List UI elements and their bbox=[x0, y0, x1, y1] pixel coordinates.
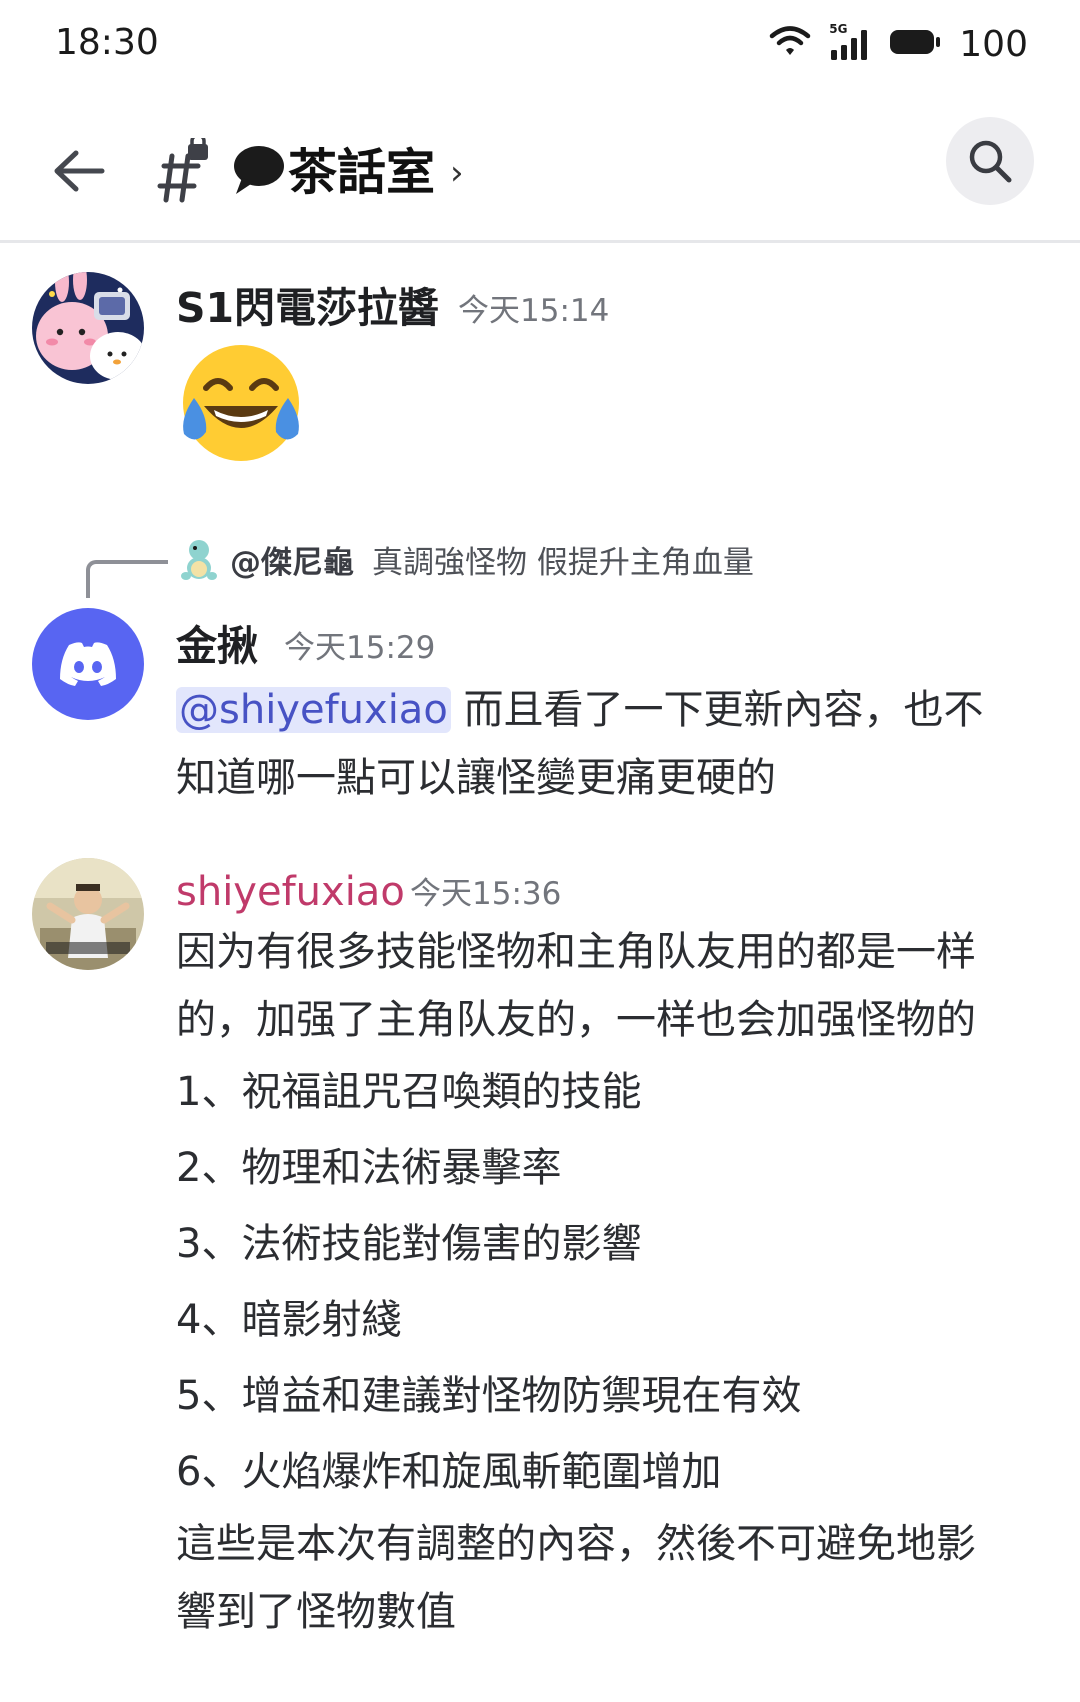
reply-connector bbox=[86, 560, 168, 598]
chevron-right-icon[interactable]: › bbox=[450, 138, 464, 208]
reply-author-avatar[interactable] bbox=[178, 538, 220, 584]
list-item: 3、法術技能對傷害的影響 bbox=[176, 1221, 642, 1267]
locked-hash-icon bbox=[157, 138, 208, 203]
list-item: 4、暗影射綫 bbox=[176, 1297, 402, 1343]
message-timestamp: 今天15:29 bbox=[284, 630, 436, 666]
status-time: 18:30 bbox=[55, 22, 159, 63]
message-text-line: 因为有很多技能怪物和主角队友用的都是一样 bbox=[176, 929, 976, 975]
battery-icon bbox=[889, 27, 941, 61]
list-item: 6、火焰爆炸和旋風斬範圍增加 bbox=[176, 1449, 722, 1495]
message-text-line: 響到了怪物數值 bbox=[176, 1589, 456, 1635]
reply-author[interactable]: @傑尼龜 bbox=[230, 540, 354, 586]
search-icon bbox=[969, 140, 1012, 183]
message-text-line: 而且看了一下更新內容，也不 bbox=[463, 687, 984, 733]
avatar[interactable] bbox=[32, 272, 144, 384]
joy-tears-emoji-icon[interactable] bbox=[176, 338, 306, 468]
avatar[interactable] bbox=[32, 608, 144, 720]
list-item: 5、增益和建議對怪物防禦現在有效 bbox=[176, 1373, 802, 1419]
discord-logo-icon bbox=[60, 642, 116, 686]
message-content: @shiyefuxiao 而且看了一下更新內容，也不 知道哪一點可以讓怪變更痛更… bbox=[176, 676, 1046, 812]
back-button[interactable] bbox=[44, 136, 114, 206]
search-button[interactable] bbox=[946, 117, 1034, 205]
list-item: 1、祝福詛咒召喚類的技能 bbox=[176, 1069, 642, 1115]
speech-bubble-icon bbox=[234, 146, 284, 194]
message-author[interactable]: S1閃電莎拉醬 bbox=[176, 278, 439, 338]
message-text-line: 的，加强了主角队友的，一样也会加强怪物的 bbox=[176, 997, 976, 1043]
list-item: 2、物理和法術暴擊率 bbox=[176, 1145, 562, 1191]
user-mention[interactable]: @shiyefuxiao bbox=[176, 687, 451, 733]
back-arrow-icon bbox=[54, 150, 105, 192]
status-icons: 5G 100 bbox=[769, 22, 1028, 66]
message-text-line: 知道哪一點可以讓怪變更痛更硬的 bbox=[176, 755, 776, 801]
battery-level: 100 bbox=[959, 23, 1028, 65]
message-author[interactable]: shiyefuxiao bbox=[176, 862, 405, 922]
reply-preview-text[interactable]: 真調強怪物 假提升主角血量 bbox=[372, 540, 754, 586]
cellular-signal-icon: 5G bbox=[829, 22, 871, 62]
message-timestamp: 今天15:14 bbox=[458, 293, 610, 329]
message-text-line: 這些是本次有調整的內容，然後不可避免地影 bbox=[176, 1521, 976, 1567]
channel-title[interactable]: 茶話室 bbox=[288, 138, 435, 208]
wifi-icon bbox=[769, 25, 811, 63]
message-content: 因为有很多技能怪物和主角队友用的都是一样 的，加强了主角队友的，一样也会加强怪物… bbox=[176, 918, 1056, 1646]
message-timestamp: 今天15:36 bbox=[410, 876, 562, 912]
avatar[interactable] bbox=[32, 858, 144, 970]
channel-header: 茶話室 › bbox=[0, 100, 1080, 243]
message-author[interactable]: 金揪 bbox=[176, 616, 258, 676]
